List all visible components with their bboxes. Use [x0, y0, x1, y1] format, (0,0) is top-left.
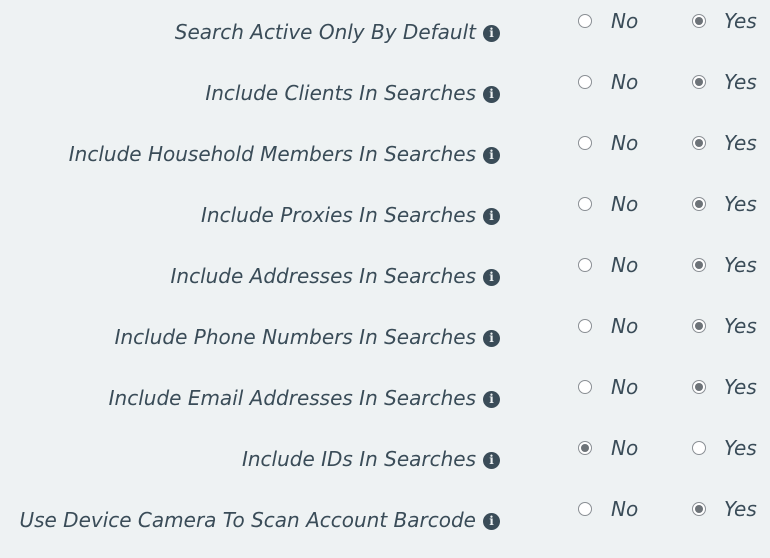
radio-label-yes[interactable]: Yes — [724, 375, 757, 399]
radio-button-no[interactable] — [578, 502, 592, 516]
setting-label-group: Use Device Camera To Scan Account Barcod… — [19, 508, 500, 532]
setting-label: Include IDs In Searches — [241, 447, 476, 471]
setting-row-search-active-only: Search Active Only By Default i No Yes — [0, 0, 770, 61]
setting-label: Use Device Camera To Scan Account Barcod… — [19, 508, 476, 532]
info-icon[interactable]: i — [483, 146, 500, 164]
info-icon[interactable]: i — [483, 451, 500, 469]
radio-button-yes[interactable] — [692, 75, 706, 89]
radio-option-no[interactable]: No — [578, 70, 638, 94]
setting-label: Include Clients In Searches — [205, 81, 476, 105]
radio-label-yes[interactable]: Yes — [724, 314, 757, 338]
radio-button-yes[interactable] — [692, 136, 706, 150]
setting-label: Include Phone Numbers In Searches — [114, 325, 476, 349]
radio-option-no[interactable]: No — [578, 253, 638, 277]
radio-button-yes[interactable] — [692, 258, 706, 272]
radio-option-yes[interactable]: Yes — [692, 375, 757, 399]
radio-label-yes[interactable]: Yes — [724, 436, 757, 460]
radio-button-no[interactable] — [578, 197, 592, 211]
radio-label-yes[interactable]: Yes — [724, 253, 757, 277]
radio-label-no[interactable]: No — [611, 375, 638, 399]
setting-row-include-household-members: Include Household Members In Searches i … — [0, 122, 770, 183]
setting-label-group: Include Proxies In Searches i — [201, 203, 500, 227]
radio-button-yes[interactable] — [692, 14, 706, 28]
radio-option-yes[interactable]: Yes — [692, 497, 757, 521]
radio-option-no[interactable]: No — [578, 131, 638, 155]
radio-option-yes[interactable]: Yes — [692, 131, 757, 155]
radio-label-no[interactable]: No — [611, 314, 638, 338]
radio-label-yes[interactable]: Yes — [724, 192, 757, 216]
radio-label-yes[interactable]: Yes — [724, 9, 757, 33]
radio-button-no[interactable] — [578, 136, 592, 150]
setting-row-include-email-addresses: Include Email Addresses In Searches i No… — [0, 366, 770, 427]
radio-option-yes[interactable]: Yes — [692, 192, 757, 216]
radio-button-no[interactable] — [578, 258, 592, 272]
setting-label: Search Active Only By Default — [174, 20, 476, 44]
setting-row-include-phone-numbers: Include Phone Numbers In Searches i No Y… — [0, 305, 770, 366]
setting-row-use-device-camera: Use Device Camera To Scan Account Barcod… — [0, 488, 770, 549]
setting-row-include-ids: Include IDs In Searches i No Yes — [0, 427, 770, 488]
search-settings-form: Search Active Only By Default i No Yes I… — [0, 0, 770, 558]
radio-option-no[interactable]: No — [578, 436, 638, 460]
setting-label-group: Include IDs In Searches i — [242, 447, 500, 471]
info-icon[interactable]: i — [483, 390, 500, 408]
radio-label-yes[interactable]: Yes — [724, 131, 757, 155]
radio-button-yes[interactable] — [692, 502, 706, 516]
radio-label-yes[interactable]: Yes — [724, 70, 757, 94]
setting-label: Include Email Addresses In Searches — [108, 386, 476, 410]
radio-button-no[interactable] — [578, 441, 592, 455]
info-icon[interactable]: i — [483, 329, 500, 347]
setting-label-group: Include Email Addresses In Searches i — [109, 386, 500, 410]
setting-label: Include Proxies In Searches — [201, 203, 476, 227]
radio-option-no[interactable]: No — [578, 497, 638, 521]
radio-label-no[interactable]: No — [611, 436, 638, 460]
radio-label-no[interactable]: No — [611, 253, 638, 277]
radio-button-no[interactable] — [578, 380, 592, 394]
radio-label-no[interactable]: No — [611, 131, 638, 155]
radio-button-yes[interactable] — [692, 380, 706, 394]
radio-button-no[interactable] — [578, 319, 592, 333]
radio-label-no[interactable]: No — [611, 192, 638, 216]
info-icon[interactable]: i — [483, 85, 500, 103]
setting-row-include-addresses: Include Addresses In Searches i No Yes — [0, 244, 770, 305]
radio-button-yes[interactable] — [692, 319, 706, 333]
info-icon[interactable]: i — [483, 512, 500, 530]
setting-row-include-clients: Include Clients In Searches i No Yes — [0, 61, 770, 122]
radio-label-no[interactable]: No — [611, 70, 638, 94]
setting-label: Include Household Members In Searches — [68, 142, 476, 166]
setting-label-group: Search Active Only By Default i — [175, 20, 500, 44]
radio-option-yes[interactable]: Yes — [692, 9, 757, 33]
radio-label-no[interactable]: No — [611, 497, 638, 521]
radio-button-no[interactable] — [578, 14, 592, 28]
radio-option-no[interactable]: No — [578, 9, 638, 33]
setting-label-group: Include Clients In Searches i — [205, 81, 500, 105]
radio-option-no[interactable]: No — [578, 375, 638, 399]
radio-option-yes[interactable]: Yes — [692, 253, 757, 277]
radio-label-yes[interactable]: Yes — [724, 497, 757, 521]
radio-option-yes[interactable]: Yes — [692, 314, 757, 338]
setting-label: Include Addresses In Searches — [170, 264, 477, 288]
radio-button-no[interactable] — [578, 75, 592, 89]
radio-option-yes[interactable]: Yes — [692, 70, 757, 94]
radio-option-no[interactable]: No — [578, 192, 638, 216]
setting-label-group: Include Household Members In Searches i — [69, 142, 500, 166]
setting-label-group: Include Phone Numbers In Searches i — [115, 325, 500, 349]
info-icon[interactable]: i — [483, 24, 500, 42]
radio-button-yes[interactable] — [692, 197, 706, 211]
radio-button-yes[interactable] — [692, 441, 706, 455]
setting-label-group: Include Addresses In Searches i — [170, 264, 500, 288]
info-icon[interactable]: i — [483, 268, 500, 286]
radio-option-no[interactable]: No — [578, 314, 638, 338]
radio-option-yes[interactable]: Yes — [692, 436, 757, 460]
info-icon[interactable]: i — [483, 207, 500, 225]
setting-row-include-proxies: Include Proxies In Searches i No Yes — [0, 183, 770, 244]
radio-label-no[interactable]: No — [611, 9, 638, 33]
